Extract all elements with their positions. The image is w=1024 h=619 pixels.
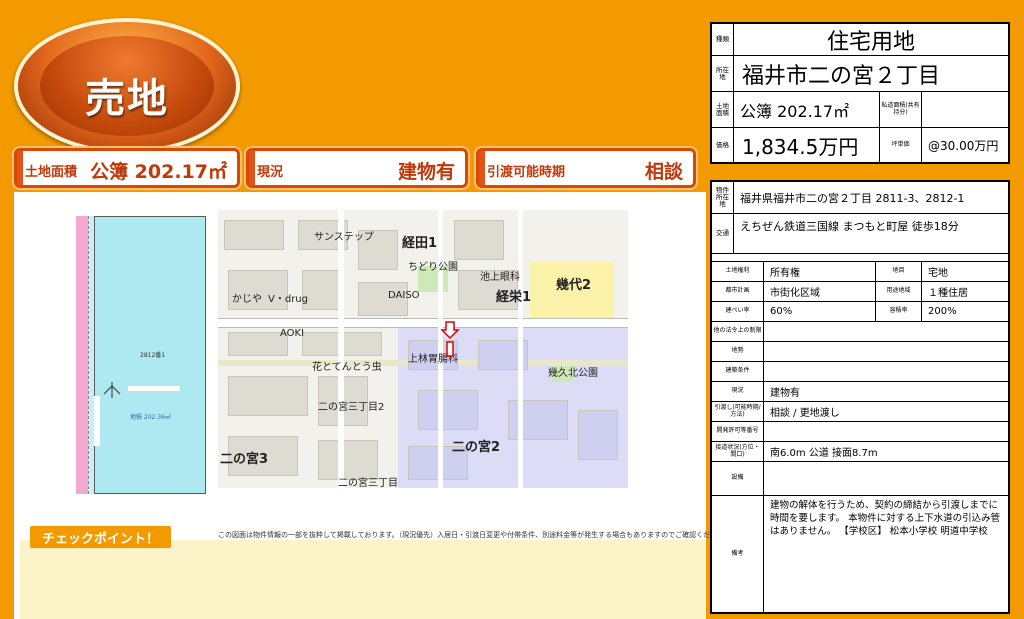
checkpoint-button[interactable]: チェックポイント！ — [30, 526, 172, 548]
map-label: 二の宮三丁目2 — [318, 402, 385, 413]
status-value: 建物有 — [770, 388, 800, 399]
type-value: 住宅用地 — [826, 29, 915, 55]
survey-drawing: 2812番1 地積 202.36㎡ — [72, 210, 210, 494]
property-marker-icon — [440, 321, 460, 357]
building-cond-label: 建築条件 — [712, 362, 764, 381]
rights-value: 所有権 — [764, 262, 876, 281]
area-label: 土地面積 — [712, 92, 734, 127]
summary-value: 公簿 202.17㎡ — [90, 161, 227, 183]
summary-table: 種類 住宅用地 所在地 福井市二の宮２丁目 土地面積 公簿 202.17㎡ 私道… — [710, 22, 1010, 164]
tsubo-value: @30.00万円 — [928, 138, 999, 153]
map-label: 二の宮3 — [220, 452, 269, 467]
other-law-label: 他の法令上の制限 — [712, 322, 764, 341]
coverage-label: 建ぺい率 — [712, 302, 764, 321]
map-label: 幾代2 — [556, 278, 592, 293]
zoning-label: 用途地域 — [876, 282, 922, 301]
address-label: 物件所在地 — [712, 182, 734, 213]
summary-status: 現況 建物有 — [246, 148, 468, 188]
floor-ratio-value: 200% — [928, 306, 957, 317]
sale-badge: 売地 — [14, 18, 240, 154]
summary-handover: 引渡可能時期 相談 — [476, 148, 696, 188]
land-category-value: 宅地 — [928, 268, 948, 279]
summary-land-area: 土地面積 公簿 202.17㎡ — [14, 148, 240, 188]
location-label: 所在地 — [712, 56, 734, 91]
area-value: 公簿 202.17㎡ — [734, 92, 880, 127]
summary-label: 現況 — [257, 165, 284, 180]
land-category-label: 地目 — [876, 262, 922, 281]
map-label: V・drug — [268, 294, 308, 305]
coverage-value: 60% — [764, 302, 876, 321]
map-label: かじや — [232, 294, 262, 305]
handover-value: 相談 / 更地渡し — [770, 408, 840, 419]
map-label: AOKI — [280, 328, 305, 339]
sale-badge-text: 売地 — [85, 76, 169, 122]
rights-label: 土地権利 — [712, 262, 764, 281]
handover-label: 引渡し(可能時期/方法) — [712, 402, 764, 421]
map-label: サンステップ — [314, 232, 374, 243]
map-label: 池上眼科 — [480, 272, 520, 283]
map-label: 花とてんとう虫 — [312, 362, 382, 373]
transport-value: えちぜん鉄道三国線 まつもと町屋 徒歩18分 — [740, 220, 959, 233]
location-value: 福井市二の宮２丁目 — [742, 63, 941, 89]
floor-ratio-label: 容積率 — [876, 302, 922, 321]
road-label: 接道状況(方位・間口) — [712, 442, 764, 461]
other-law-value — [764, 322, 1008, 341]
terrain-label: 地勢 — [712, 342, 764, 361]
map-label: DAISO — [388, 290, 420, 301]
checkpoint-area — [20, 540, 706, 619]
map-note: この図面は物件情報の一部を抜粋して掲載しております。（現況優先）入居日・引渡日変… — [218, 531, 732, 539]
zoning-value: １種住居 — [928, 288, 968, 299]
city-plan-label: 都市計画 — [712, 282, 764, 301]
map-label: 経田1 — [402, 236, 438, 251]
facility-value — [764, 462, 1008, 495]
tsubo-label: 坪単価 — [880, 128, 922, 162]
map-label: 幾久北公園 — [548, 368, 598, 379]
map-label: 二の宮2 — [452, 440, 501, 455]
summary-value: 相談 — [644, 161, 683, 183]
price-value: 1,834.5万円 — [734, 128, 880, 162]
north-arrow-icon — [103, 382, 121, 398]
remarks-value: 建物の解体を行うため、契約の締結から引渡しまでに時間を要します。 本物件に対する… — [770, 500, 1001, 537]
city-plan-value: 市街化区域 — [764, 282, 876, 301]
transport-label: 交通 — [712, 214, 734, 253]
map-label: 二の宮三丁目 — [338, 478, 398, 488]
dev-permit-label: 開発許可等番号 — [712, 422, 764, 441]
map-label: 経栄1 — [496, 290, 532, 305]
price-label: 価格 — [712, 128, 734, 162]
remarks-label: 備考 — [712, 496, 764, 612]
location-map: サンステップ 経田1 ちどり公園 池上眼科 幾代2 かじや V・drug DAI… — [218, 210, 628, 488]
building-cond-value — [764, 362, 1008, 381]
road-value: 南6.0m 公道 接面8.7m — [770, 448, 878, 459]
detail-table: 物件所在地 福井県福井市二の宮２丁目 2811-3、2812-1 交通 えちぜん… — [710, 180, 1010, 614]
survey-lot: 2812番1 — [140, 352, 166, 359]
survey-area: 地積 202.36㎡ — [130, 414, 171, 421]
terrain-value — [764, 342, 1008, 361]
private-road-value — [922, 92, 1008, 127]
summary-value: 建物有 — [397, 161, 455, 183]
status-label: 現況 — [712, 382, 764, 401]
type-label: 種類 — [712, 24, 734, 55]
map-label: ちどり公園 — [408, 262, 458, 273]
summary-label: 引渡可能時期 — [487, 165, 566, 180]
facility-label: 設備 — [712, 462, 764, 495]
summary-label: 土地面積 — [25, 165, 78, 180]
dev-permit-value — [764, 422, 1008, 441]
private-road-label: 私道面積(共有持分) — [880, 92, 922, 127]
address-value: 福井県福井市二の宮２丁目 2811-3、2812-1 — [740, 191, 965, 205]
